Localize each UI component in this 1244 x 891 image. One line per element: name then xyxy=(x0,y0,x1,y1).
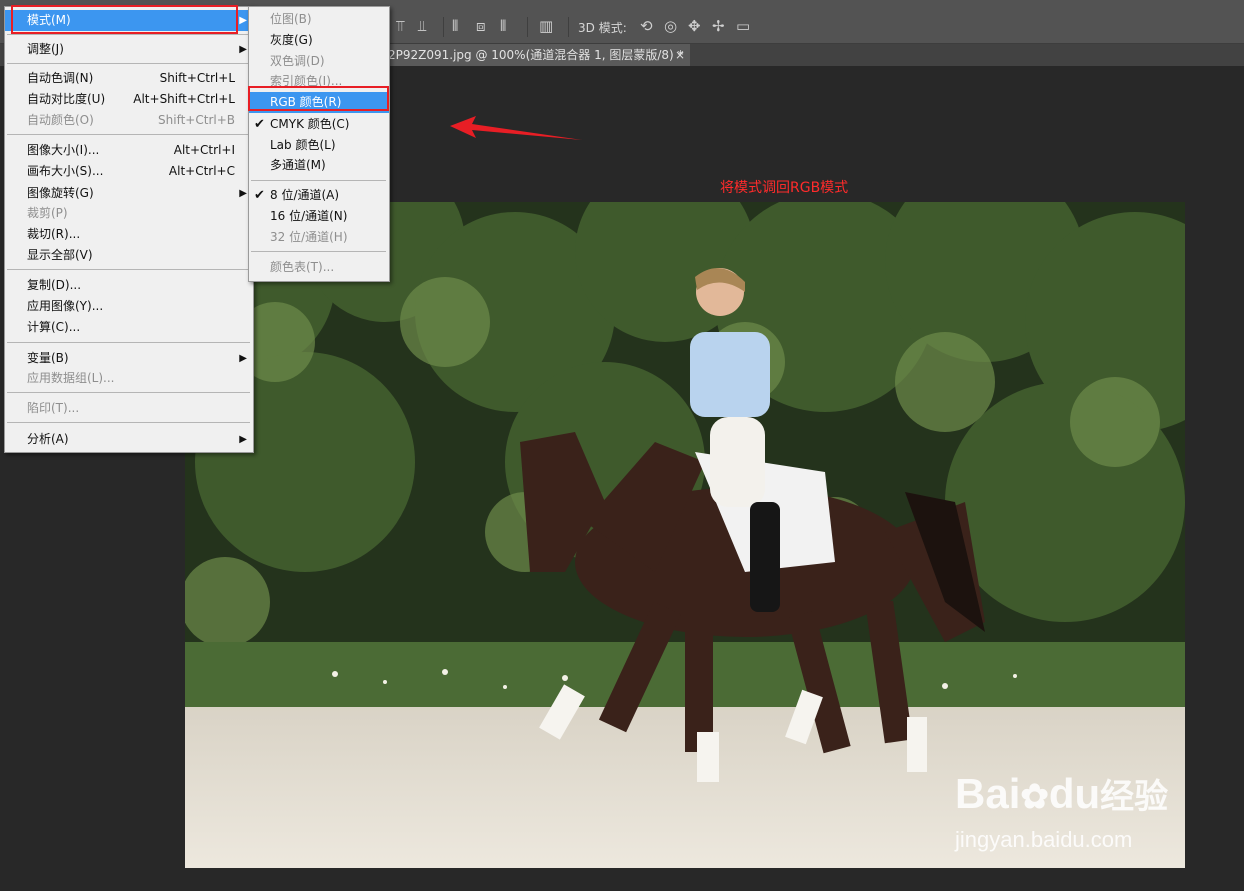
baidu-watermark: Bai✿du经验 xyxy=(955,772,1168,819)
paw-icon: ✿ xyxy=(1020,778,1049,816)
checkmark-icon: ✔ xyxy=(254,188,265,203)
horse-rider-photo xyxy=(185,202,1185,868)
submenu-item-16-bit[interactable]: 16 位/通道(N) xyxy=(249,206,389,227)
menu-item-auto-color: 自动颜色(O) Shift+Ctrl+B xyxy=(27,113,235,127)
menu-item-trim[interactable]: 裁切(R)... xyxy=(5,224,253,245)
distribute-center-icon[interactable]: ⧈ xyxy=(476,18,486,34)
distribute-right-icon[interactable]: ⫴ xyxy=(500,18,506,34)
document-tab[interactable]: 2P92Z091.jpg @ 100%(通道混合器 1, 图层蒙版/8) * × xyxy=(388,44,690,66)
menu-separator xyxy=(7,134,250,135)
menu-item-crop: 裁剪(P) xyxy=(27,206,68,220)
3d-mode-label: 3D 模式: xyxy=(578,21,627,35)
image-menu: 模式(M) ▶ 调整(J) ▶ 自动色调(N) Shift+Ctrl+L 自动对比度(… xyxy=(4,6,254,453)
menu-item-auto-tone[interactable]: 自动色调(N) Shift+Ctrl+L xyxy=(5,68,253,89)
watermark-brand-right: 经验 xyxy=(1100,778,1169,816)
3d-slide-icon[interactable]: ✢ xyxy=(712,18,725,34)
menu-item-duplicate[interactable]: 复制(D)... xyxy=(5,275,253,296)
menu-item-reveal-all[interactable]: 显示全部(V) xyxy=(5,245,253,266)
document-canvas-image[interactable]: Bai✿du经验 jingyan.baidu.com xyxy=(185,202,1185,868)
annotation-text: 将模式调回RGB模式 xyxy=(720,180,849,196)
submenu-item-8-bit[interactable]: ✔ 8 位/通道(A) xyxy=(249,185,389,206)
submenu-arrow-icon: ▶ xyxy=(239,434,247,445)
submenu-arrow-icon: ▶ xyxy=(239,44,247,55)
submenu-arrow-icon: ▶ xyxy=(239,353,247,364)
red-highlight-rgb xyxy=(248,86,389,111)
menu-item-canvas-size[interactable]: 画布大小(S)... Alt+Ctrl+C xyxy=(5,161,253,182)
menu-separator xyxy=(251,180,386,181)
submenu-item-bitmap: 位图(B) xyxy=(270,12,312,26)
submenu-item-lab-color[interactable]: Lab 颜色(L) xyxy=(249,135,389,156)
menu-separator xyxy=(7,422,250,423)
submenu-item-duotone: 双色调(D) xyxy=(270,54,325,68)
menu-item-trap: 陷印(T)... xyxy=(27,401,80,415)
menu-item-image-size[interactable]: 图像大小(I)... Alt+Ctrl+I xyxy=(5,140,253,161)
divider xyxy=(527,17,528,37)
watermark-brand-mid: du xyxy=(1048,770,1101,817)
menu-separator xyxy=(7,63,250,64)
menu-item-apply-data-set: 应用数据组(L)... xyxy=(27,371,115,385)
menu-separator xyxy=(251,251,386,252)
3d-roll-icon[interactable]: ◎ xyxy=(664,18,677,34)
align-top-icon[interactable]: ⫪ xyxy=(396,18,404,34)
submenu-item-32-bit: 32 位/通道(H) xyxy=(270,230,348,244)
menu-item-variables[interactable]: 变量(B) ▶ xyxy=(5,348,253,369)
watermark-brand-left: Bai xyxy=(955,770,1021,817)
submenu-item-multichannel[interactable]: 多通道(M) xyxy=(249,155,389,176)
document-tab-title: 2P92Z091.jpg @ 100%(通道混合器 1, 图层蒙版/8) * xyxy=(388,48,684,62)
menu-separator xyxy=(7,392,250,393)
menu-item-calculations[interactable]: 计算(C)... xyxy=(5,317,253,338)
distribute-left-icon[interactable]: ⫴ xyxy=(452,18,458,34)
submenu-item-grayscale[interactable]: 灰度(G) xyxy=(249,30,389,51)
close-tab-icon[interactable]: × xyxy=(675,44,685,66)
submenu-arrow-icon: ▶ xyxy=(239,188,247,199)
submenu-item-color-table: 颜色表(T)... xyxy=(270,260,335,274)
3d-pan-icon[interactable]: ✥ xyxy=(688,18,701,34)
submenu-item-cmyk-color[interactable]: ✔ CMYK 颜色(C) xyxy=(249,114,389,135)
menu-item-adjust[interactable]: 调整(J) ▶ xyxy=(5,39,253,60)
3d-orbit-icon[interactable]: ⟲ xyxy=(640,18,653,34)
divider xyxy=(568,17,569,37)
watermark-url: jingyan.baidu.com xyxy=(955,827,1133,852)
menu-item-image-rotation[interactable]: 图像旋转(G) ▶ xyxy=(5,183,253,204)
menu-item-analysis[interactable]: 分析(A) ▶ xyxy=(5,429,253,450)
auto-align-icon[interactable]: ▥ xyxy=(539,18,553,34)
menu-item-apply-image[interactable]: 应用图像(Y)... xyxy=(5,296,253,317)
3d-camera-icon[interactable]: ▭ xyxy=(736,18,750,34)
divider xyxy=(443,17,444,37)
red-highlight-mode xyxy=(11,5,238,34)
menu-item-auto-contrast[interactable]: 自动对比度(U) Alt+Shift+Ctrl+L xyxy=(5,89,253,110)
submenu-arrow-icon: ▶ xyxy=(239,15,247,26)
menu-separator xyxy=(7,269,250,270)
red-arrow-annotation xyxy=(450,116,582,140)
checkmark-icon: ✔ xyxy=(254,117,265,132)
align-bottom-icon[interactable]: ⫫ xyxy=(418,18,426,34)
menu-separator xyxy=(7,34,250,35)
menu-separator xyxy=(7,342,250,343)
mode-submenu: 位图(B) 灰度(G) 双色调(D) 索引颜色(I)... RGB 颜色(R) … xyxy=(248,6,390,282)
